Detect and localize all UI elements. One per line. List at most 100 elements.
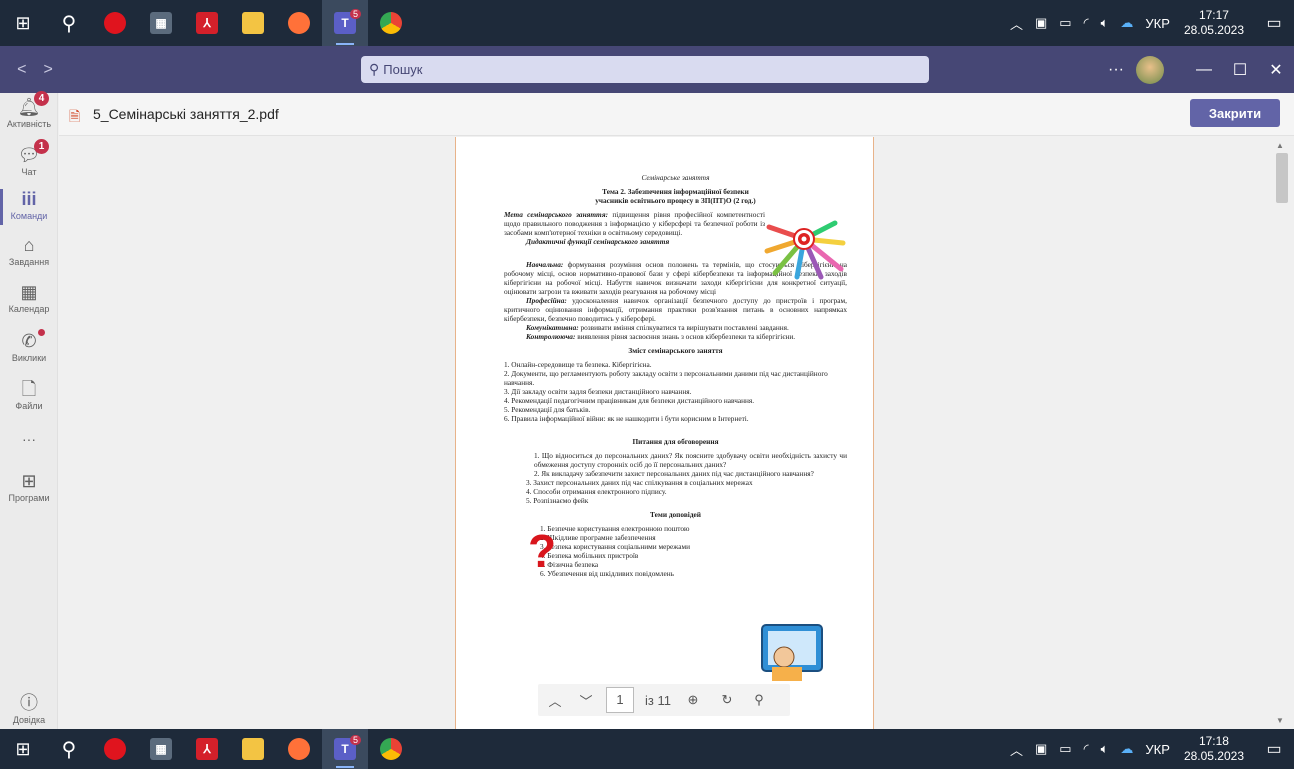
rail-label-activity: Активність [6,119,52,129]
teams-titlebar: < > ⚲ Пошук ··· — ☐ ✕ [0,46,1294,93]
pdf-comm: Комунікативна: розвивати вміння спілкува… [504,323,847,332]
wifi-icon[interactable]: ◜ [1084,15,1089,31]
notification-icon[interactable]: ▭ [1254,739,1294,759]
rail-item-help[interactable]: ⓘ Довідка [0,693,58,725]
calls-dot [38,329,45,336]
pdf-viewer[interactable]: Семінарське заняття Тема 2. Забезпечення… [59,137,1266,729]
scroll-down-arrow-icon[interactable]: ▼ [1276,716,1284,725]
back-arrow-icon[interactable]: < [17,61,26,79]
chat-badge: 1 [34,139,49,154]
search-icon[interactable]: ⚲ [46,0,92,46]
calculator-icon[interactable]: ▦ [138,0,184,46]
bell-icon: 🔔︎ 4 [17,91,49,117]
list-item: 1. Онлайн-середовище та безпека. Кібергі… [504,360,652,369]
rail-item-calls[interactable]: ✆ Виклики [0,329,58,363]
list-item: 5. Рекомендації для батьків. [504,405,591,414]
page-number-input[interactable]: 1 [606,687,634,713]
rail-label-files: Файли [15,401,43,411]
next-page-icon[interactable]: ﹀ [572,691,600,710]
acrobat-icon[interactable]: ⅄ [184,0,230,46]
chrome-icon[interactable] [368,0,414,46]
pdf-page: Семінарське заняття Тема 2. Забезпечення… [455,137,874,729]
pdf-content-title: Зміст семінарського заняття [628,346,723,355]
close-button[interactable]: Закрити [1190,99,1280,127]
chrome-icon[interactable] [368,729,414,769]
scrollbar-thumb[interactable] [1276,153,1288,203]
more-options-icon[interactable]: ··· [1096,61,1136,79]
rail-label-chat: Чат [21,167,37,177]
minimize-icon[interactable]: — [1186,61,1222,79]
clock[interactable]: 17:17 28.05.2023 [1184,8,1244,38]
chevron-up-icon[interactable]: ︿ [1010,740,1023,759]
teams-icon[interactable]: T5 [322,729,368,769]
volume-icon[interactable]: 🔈︎ [1101,741,1109,757]
rail-item-activity[interactable]: 🔔︎ 4 Активність [0,91,58,129]
document-header: 🗎︎ 5_Семінарські заняття_2.pdf Закрити [59,93,1294,136]
pdf-edu-label: Навчальна: [526,260,564,269]
maximize-icon[interactable]: ☐ [1222,60,1258,80]
rail-item-files[interactable]: 🗋︎ Файли [0,379,58,411]
clock-time: 17:18 [1198,734,1229,748]
rail-label-teams: Команди [10,211,48,221]
vertical-scrollbar[interactable]: ▲ ▼ [1266,137,1294,729]
battery-icon[interactable]: ▭ [1059,741,1071,757]
clock-time: 17:17 [1198,8,1229,22]
forward-arrow-icon[interactable]: > [44,61,53,79]
onedrive-icon[interactable]: ☁︎ [1120,15,1133,31]
list-item: 2. Шкідливе програмне забезпечення [540,533,656,542]
rail-item-more[interactable]: ··· [0,431,58,447]
language-indicator[interactable]: УКР [1145,16,1170,31]
windows-start-icon[interactable]: ⊞ [0,0,46,46]
avatar[interactable] [1136,55,1164,84]
teams-group-icon: ііі [21,189,37,209]
notification-icon[interactable]: ▭ [1254,13,1294,33]
rail-item-teams[interactable]: ііі Команди [0,189,58,225]
calculator-icon[interactable]: ▦ [138,729,184,769]
rotate-icon[interactable]: ↻ [710,692,744,708]
pdf-ctrl-label: Контролююча: [526,332,576,341]
rail-item-assignments[interactable]: ⌂ Завдання [0,235,58,267]
teams-icon[interactable]: T5 [322,0,368,46]
firefox-icon[interactable] [276,729,322,769]
wifi-icon[interactable]: ◜ [1084,741,1089,757]
meet-now-icon[interactable]: ▣ [1035,15,1047,31]
rail-item-apps[interactable]: ⊞ Програми [0,471,58,503]
pdf-ctrl-text: виявлення рівня засвоєння знань з основ … [575,332,796,341]
zoom-in-icon[interactable]: ⊕ [676,692,710,708]
acrobat-icon[interactable]: ⅄ [184,729,230,769]
search-icon[interactable]: ⚲ [744,692,774,708]
opera-icon[interactable] [92,729,138,769]
rail-label-more: ··· [22,431,36,447]
search-placeholder: Пошук [383,62,423,77]
scroll-up-arrow-icon[interactable]: ▲ [1276,141,1284,150]
file-explorer-icon[interactable] [230,0,276,46]
teams-badge: 5 [350,735,362,745]
windows-taskbar-bottom: ⊞ ⚲ ▦ ⅄ T5 ︿ ▣ ▭ ◜ 🔈︎ ☁︎ УКР 17:18 28.05… [0,729,1294,769]
battery-icon[interactable]: ▭ [1059,15,1071,31]
search-icon[interactable]: ⚲ [46,729,92,769]
file-explorer-icon[interactable] [230,729,276,769]
meet-now-icon[interactable]: ▣ [1035,741,1047,757]
cybersecurity-target-illustration [764,220,846,280]
windows-start-icon[interactable]: ⊞ [0,729,46,769]
language-indicator[interactable]: УКР [1145,742,1170,757]
firefox-icon[interactable] [276,0,322,46]
windows-taskbar-top: ⊞ ⚲ ▦ ⅄ T5 ︿ ▣ ▭ ◜ 🔈︎ ☁︎ УКР 17:17 28.05… [0,0,1294,46]
search-input[interactable]: ⚲ Пошук [361,56,929,83]
list-item: 6. Правила інформаційної війни: як не на… [504,414,749,423]
rail-item-calendar[interactable]: ▦ Календар [0,282,58,314]
list-item: 1. Що відноситься до персональних даних?… [534,451,847,469]
opera-icon[interactable] [92,0,138,46]
rail-label-calendar: Календар [8,304,50,314]
clock[interactable]: 17:18 28.05.2023 [1184,734,1244,764]
list-item: 1. Безпечне користування електронною пош… [540,524,690,533]
previous-page-icon[interactable]: ︿ [538,691,572,710]
rail-item-chat[interactable]: 💬︎ 1 Чат [0,139,58,177]
chevron-up-icon[interactable]: ︿ [1010,14,1023,33]
volume-icon[interactable]: 🔈︎ [1101,15,1109,31]
onedrive-icon[interactable]: ☁︎ [1120,741,1133,757]
phone-icon: ✆ [17,329,45,351]
close-window-icon[interactable]: ✕ [1258,60,1294,80]
list-item: 2. Документи, що регламентують роботу за… [504,369,828,387]
clock-date: 28.05.2023 [1183,749,1244,763]
